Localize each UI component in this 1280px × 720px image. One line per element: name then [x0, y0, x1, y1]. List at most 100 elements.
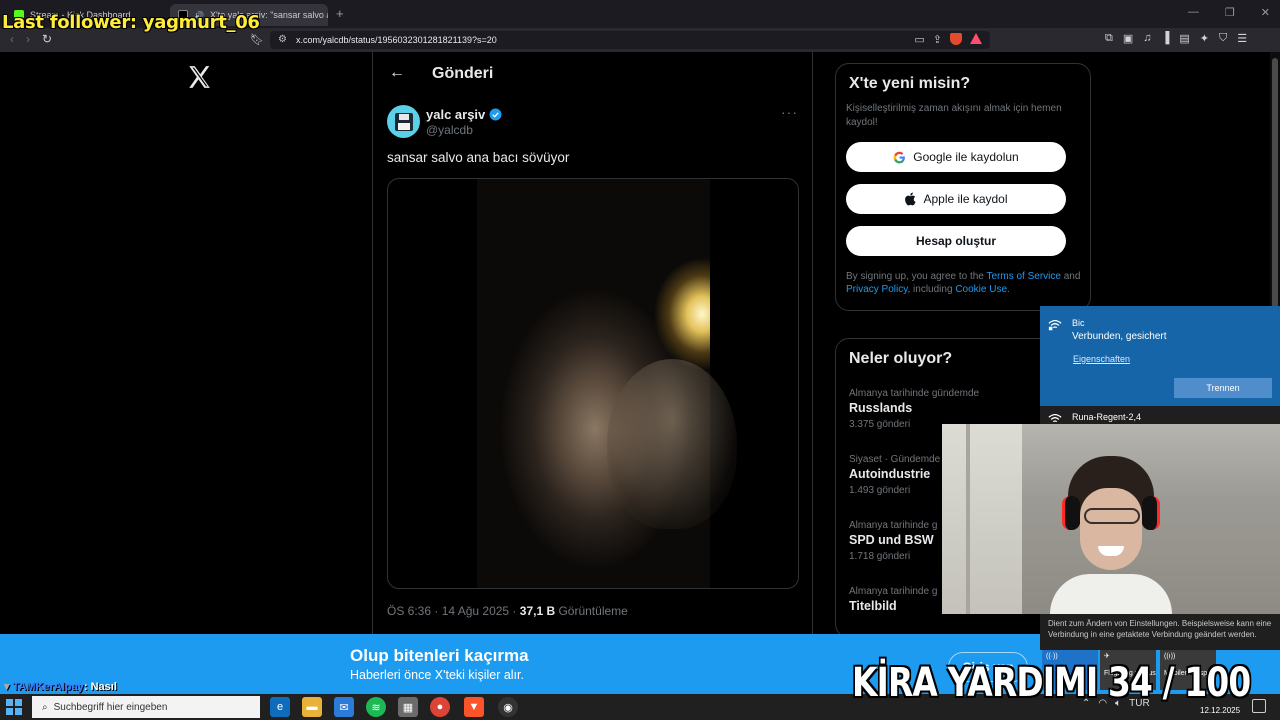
- calculator-icon[interactable]: ▦: [398, 697, 418, 717]
- restore-icon[interactable]: ❐: [1225, 6, 1235, 19]
- minimize-icon[interactable]: —: [1188, 6, 1199, 19]
- notification-icon[interactable]: [1252, 699, 1266, 713]
- window-controls: — ❐ ✕: [1188, 6, 1270, 19]
- legal-text: By signing up, you agree to the Terms of…: [846, 270, 1086, 296]
- tweet-meta: ÖS 6:36 · 14 Ağu 2025 · 37,1 B Görüntüle…: [387, 604, 628, 618]
- mail-icon[interactable]: ✉: [334, 697, 354, 717]
- vpn-icon[interactable]: ⛉: [1219, 32, 1227, 45]
- airplane-icon: ✈: [1104, 653, 1110, 660]
- url-actions: ▭ ⇪: [914, 33, 982, 46]
- post-header: ← Gönderi: [373, 52, 814, 98]
- spotify-icon[interactable]: ≋: [366, 697, 386, 717]
- wifi-active-network[interactable]: Bic Verbunden, gesichert Eigenschaften T…: [1040, 306, 1280, 406]
- site-info-icon[interactable]: ⚙︎: [278, 34, 287, 45]
- tweet-text: sansar salvo ana bacı sövüyor: [387, 150, 570, 165]
- search-placeholder: Suchbegriff hier eingeben: [53, 701, 168, 713]
- headset-right: [1142, 496, 1160, 530]
- create-account-button[interactable]: Hesap oluştur: [846, 226, 1066, 256]
- headset-left: [1062, 496, 1080, 530]
- more-options-icon[interactable]: ···: [781, 104, 798, 120]
- sidebar-icon[interactable]: ▐: [1162, 32, 1170, 45]
- url-field[interactable]: ⚙︎ x.com/yalcdb/status/19560323012818211…: [270, 31, 990, 49]
- scroll-thumb[interactable]: [1272, 58, 1278, 308]
- taskbar-search-input[interactable]: ⌕ Suchbegriff hier eingeben: [32, 696, 260, 718]
- verified-badge-icon: [489, 108, 502, 121]
- extensions-icon[interactable]: ⧉: [1105, 32, 1113, 45]
- post-column: ← Gönderi yalc arşiv @yalcdb ··· sansar …: [372, 52, 813, 634]
- banner-title: Olup bitenleri kaçırma: [350, 646, 529, 665]
- share-icon[interactable]: ⇪: [933, 33, 942, 46]
- legal-part: , including: [907, 284, 956, 295]
- chrome-icon[interactable]: ●: [430, 697, 450, 717]
- reload-icon[interactable]: ↻: [42, 32, 52, 46]
- chat-overlay-line: ▾ TAMKerAlpay: Nasıl: [4, 680, 117, 693]
- forward-icon[interactable]: ›: [26, 32, 30, 46]
- brave-shield-icon[interactable]: [950, 33, 962, 45]
- video-player[interactable]: [387, 178, 799, 589]
- apple-signup-label: Apple ile kaydol: [923, 192, 1008, 206]
- google-signup-button[interactable]: Google ile kaydolun: [846, 142, 1066, 172]
- menu-icon[interactable]: ☰: [1237, 32, 1247, 45]
- streamer: [1050, 446, 1172, 614]
- trend-name: Russlands: [849, 401, 913, 415]
- avatar[interactable]: [387, 105, 420, 138]
- banner-subtitle: Haberleri önce X'teki kişiler alır.: [350, 668, 524, 682]
- browser-toolbar: ⧉ ▣ ♫ ▐ ▤ ✦ ⛉ ☰: [1105, 32, 1247, 45]
- google-icon: [893, 151, 906, 163]
- cookie-link[interactable]: Cookie Use: [955, 284, 1007, 295]
- trends-title: Neler oluyor?: [849, 350, 953, 367]
- x-logo-icon[interactable]: [186, 64, 212, 90]
- trend-context: Almanya tarihinde gündemde: [849, 388, 980, 399]
- reader-icon[interactable]: ▣: [1123, 32, 1133, 45]
- taskbar-date: 12.12.2025: [1200, 706, 1241, 715]
- streamer-glasses: [1084, 508, 1140, 524]
- wifi-secure-icon: [1048, 320, 1062, 331]
- author-name[interactable]: yalc arşiv: [426, 107, 502, 122]
- streamer-shirt: [1050, 574, 1172, 614]
- wallet-icon[interactable]: ▤: [1179, 32, 1189, 45]
- signup-title: X'te yeni misin?: [849, 75, 971, 92]
- view-count: 37,1 B: [519, 604, 556, 618]
- search-icon: ⌕: [42, 701, 48, 713]
- google-signup-label: Google ile kaydolun: [913, 150, 1019, 164]
- chat-message: : Nasıl: [83, 681, 117, 693]
- edge-icon[interactable]: e: [270, 697, 290, 717]
- bookmark-icon[interactable]: 🔖︎: [250, 33, 264, 46]
- page-title: Gönderi: [432, 65, 494, 82]
- apple-icon: [905, 192, 917, 206]
- wifi-network-name: Bic: [1072, 318, 1085, 328]
- author-handle[interactable]: @yalcdb: [426, 123, 473, 137]
- wifi-properties-link[interactable]: Eigenschaften: [1073, 354, 1130, 364]
- signup-card: X'te yeni misin? Kişiselleştirilmiş zama…: [835, 63, 1091, 311]
- disconnect-button[interactable]: Trennen: [1174, 378, 1272, 398]
- cast-icon[interactable]: ▭: [914, 33, 924, 46]
- webcam-window-frame: [966, 424, 970, 614]
- leo-icon[interactable]: ✦: [1200, 32, 1209, 45]
- rent-goal-overlay: KİRA YARDIMI 34 / 100: [852, 660, 1251, 706]
- privacy-link[interactable]: Privacy Policy: [846, 284, 908, 295]
- hotspot-icon: ((ı)): [1164, 653, 1176, 660]
- last-follower-overlay: Last follower: yagmurt_06: [2, 12, 260, 33]
- tweet-time[interactable]: ÖS 6:36 · 14 Ağu 2025 ·: [387, 604, 520, 618]
- chat-username: TAMKerAlpay: [12, 681, 84, 693]
- signup-subtitle: Kişiselleştirilmiş zaman akışını almak i…: [846, 103, 1062, 128]
- brave-icon[interactable]: ▼: [464, 697, 484, 717]
- terms-link[interactable]: Terms of Service: [986, 271, 1060, 282]
- back-icon[interactable]: ‹: [10, 32, 14, 46]
- file-explorer-icon[interactable]: ▬: [302, 697, 322, 717]
- view-label: Görüntüleme: [555, 604, 628, 618]
- music-icon[interactable]: ♫: [1143, 32, 1151, 45]
- legal-part: By signing up, you agree to the: [846, 271, 987, 282]
- windows-start-icon[interactable]: [6, 699, 22, 715]
- nav-buttons: ‹ › ↻: [10, 32, 52, 46]
- floppy-disk-icon: [394, 112, 413, 131]
- obs-icon[interactable]: ◉: [498, 697, 518, 717]
- close-window-icon[interactable]: ✕: [1261, 6, 1270, 19]
- wifi-network-item[interactable]: Runa-Regent-2,4: [1072, 412, 1141, 422]
- author-name-text: yalc arşiv: [426, 107, 486, 122]
- brave-rewards-icon[interactable]: [970, 33, 982, 44]
- streamer-face: [1080, 488, 1142, 570]
- back-arrow-icon[interactable]: ←: [389, 64, 405, 82]
- apple-signup-button[interactable]: Apple ile kaydol: [846, 184, 1066, 214]
- new-tab-button[interactable]: +: [336, 6, 344, 21]
